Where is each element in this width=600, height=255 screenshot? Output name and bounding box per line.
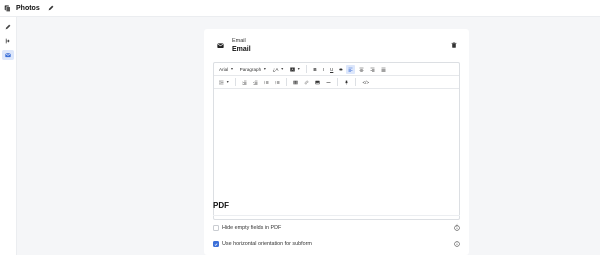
sidebar [0, 17, 17, 255]
editor-toolbar-row-1: Arial ▼ Paragraph ▼ ¿A ▼ A ▼ B I U S [214, 63, 459, 76]
insert-variable-button[interactable] [342, 78, 351, 87]
insert-link-button[interactable] [302, 78, 311, 87]
outdent-button[interactable] [251, 78, 260, 87]
info-icon[interactable] [454, 241, 460, 247]
horizontal-rule-icon [326, 81, 331, 83]
email-field-panel: Email Email Arial ▼ Paragraph ▼ ¿A ▼ A ▼ B … [204, 29, 469, 255]
checkmark-icon [214, 242, 218, 246]
align-justify-icon [381, 67, 386, 72]
sidebar-item-edit[interactable] [2, 22, 14, 32]
pin-icon [345, 80, 349, 85]
link-icon [305, 80, 309, 84]
bold-button[interactable]: B [311, 65, 318, 74]
svg-text:A: A [291, 67, 293, 71]
align-left-icon [348, 67, 353, 72]
line-height-icon [219, 79, 224, 85]
numbered-list-icon [264, 80, 269, 84]
block-format-select[interactable]: Paragraph ▼ [238, 65, 269, 74]
table-icon [293, 80, 299, 84]
numbered-list-button[interactable] [262, 78, 271, 87]
pdf-section-title: PDF [213, 201, 229, 210]
pdf-option-row: Use horizontal orientation for subform [213, 239, 460, 249]
pages-icon [4, 4, 11, 12]
align-justify-button[interactable] [379, 65, 388, 74]
font-family-value: Arial [219, 66, 229, 72]
font-size-value: ¿A [272, 66, 279, 72]
toolbar-divider [286, 78, 288, 86]
font-family-select[interactable]: Arial ▼ [217, 65, 236, 74]
field-header: Email Email [213, 35, 460, 56]
chevron-down-icon: ▼ [263, 67, 267, 71]
source-code-button[interactable]: </> [360, 78, 371, 87]
align-center-icon [359, 67, 364, 72]
block-format-value: Paragraph [239, 66, 262, 72]
hide-empty-fields-checkbox[interactable] [213, 225, 219, 231]
pencil-icon [5, 24, 11, 30]
mail-icon [213, 39, 227, 53]
text-color-icon: A [290, 67, 295, 71]
sidebar-item-logic[interactable] [2, 36, 14, 46]
text-color-select[interactable]: A ▼ [288, 65, 302, 74]
image-icon [315, 80, 321, 84]
trash-icon[interactable] [451, 42, 458, 49]
chevron-down-icon: ▼ [280, 67, 284, 71]
align-left-button[interactable] [346, 64, 356, 74]
indent-icon [242, 80, 247, 85]
italic-button[interactable]: I [321, 65, 326, 74]
mail-icon [5, 53, 11, 58]
align-right-icon [370, 67, 375, 72]
info-icon[interactable] [454, 225, 460, 231]
chevron-down-icon: ▼ [226, 80, 230, 84]
align-right-button[interactable] [368, 65, 377, 74]
toolbar-divider [235, 78, 237, 86]
insert-image-button[interactable] [313, 78, 322, 87]
sidebar-item-email[interactable] [2, 50, 14, 60]
field-name: Email [232, 45, 251, 53]
indent-button[interactable] [240, 78, 249, 87]
branch-icon [5, 38, 10, 44]
toolbar-divider [337, 78, 339, 86]
editor-toolbar-row-2: ▼ </> [214, 76, 459, 89]
option-label: Use horizontal orientation for subform [222, 241, 312, 247]
pdf-option-row: Hide empty fields in PDF [213, 223, 460, 233]
rich-text-editor: Arial ▼ Paragraph ▼ ¿A ▼ A ▼ B I U S ▼ <… [213, 62, 460, 227]
line-height-select[interactable]: ▼ [217, 78, 231, 87]
chevron-down-icon: ▼ [296, 67, 301, 71]
section-divider [213, 215, 460, 216]
underline-button[interactable]: U [328, 65, 335, 74]
toolbar-divider [355, 78, 357, 86]
pencil-icon[interactable] [48, 5, 54, 11]
insert-table-button[interactable] [291, 78, 300, 87]
top-bar: Photos [0, 0, 600, 17]
font-size-select[interactable]: ¿A ▼ [271, 65, 286, 74]
toolbar-divider [306, 65, 308, 73]
page-title: Photos [16, 4, 40, 12]
strikethrough-button[interactable]: S [337, 65, 344, 74]
align-center-button[interactable] [357, 65, 366, 74]
horizontal-rule-button[interactable] [324, 78, 333, 87]
chevron-down-icon: ▼ [230, 67, 234, 71]
bullet-list-button[interactable] [273, 78, 282, 87]
editor-content-area[interactable] [214, 90, 459, 219]
bullet-list-icon [275, 80, 280, 84]
option-label: Hide empty fields in PDF [222, 225, 282, 231]
horizontal-orientation-checkbox[interactable] [213, 241, 219, 247]
outdent-icon [253, 80, 258, 85]
field-type-label: Email [232, 37, 246, 44]
